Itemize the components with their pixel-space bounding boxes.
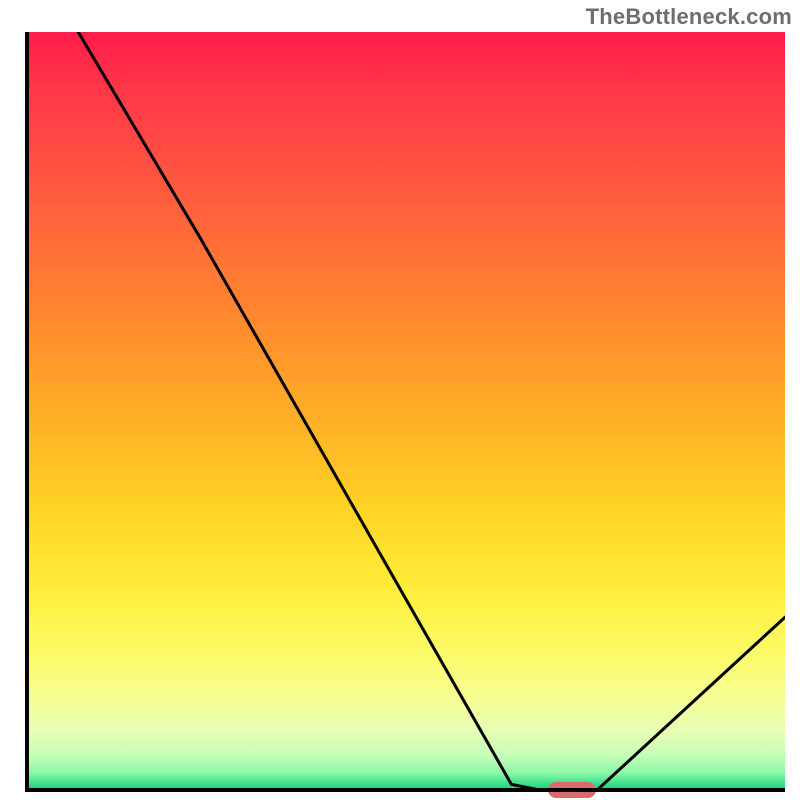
watermark-text: TheBottleneck.com [586,4,792,30]
plot-area [25,32,785,792]
stage: TheBottleneck.com [0,0,800,800]
current-configuration-marker [548,782,596,798]
bottleneck-curve [25,32,785,792]
